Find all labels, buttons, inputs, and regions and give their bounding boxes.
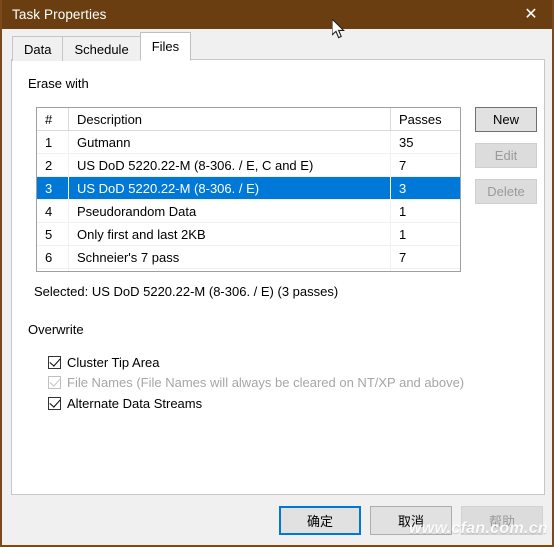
checkbox-label: Alternate Data Streams: [67, 396, 203, 411]
row-passes: 7: [399, 157, 407, 173]
row-description: Only first and last 2KB: [69, 223, 391, 245]
table-row[interactable]: 4 Pseudorandom Data 1: [37, 200, 460, 223]
title-bar: Task Properties ✕: [2, 0, 552, 29]
erase-method-listview[interactable]: # Description Passes 1 Gutmann 35 2 US D…: [36, 107, 461, 272]
checkbox-alternate-data-streams[interactable]: Alternate Data Streams: [48, 396, 202, 411]
tab-files[interactable]: Files: [139, 32, 192, 61]
row-description-empty: [69, 269, 391, 271]
close-icon[interactable]: ✕: [508, 0, 552, 29]
row-description: US DoD 5220.22-M (8-306. / E, C and E): [69, 154, 391, 176]
help-button: 帮助: [461, 506, 543, 535]
row-description: Schneier's 7 pass: [69, 246, 391, 268]
row-passes: 1: [399, 226, 407, 242]
row-number: 3: [37, 177, 69, 199]
column-header-description[interactable]: Description: [69, 108, 391, 130]
checkbox-icon: [48, 375, 61, 389]
row-number: 4: [37, 200, 69, 222]
column-header-passes[interactable]: Passes: [391, 108, 460, 130]
table-row-selected[interactable]: 3 US DoD 5220.22-M (8-306. / E) 3: [37, 177, 460, 200]
table-row[interactable]: 1 Gutmann 35: [37, 131, 460, 154]
table-row[interactable]: 2 US DoD 5220.22-M (8-306. / E, C and E)…: [37, 154, 460, 177]
row-number-empty: [37, 269, 69, 271]
tab-schedule[interactable]: Schedule: [62, 36, 141, 61]
overwrite-label: Overwrite: [28, 322, 84, 337]
checkbox-icon: [48, 355, 61, 369]
task-properties-dialog: Task Properties ✕ Data Schedule Files Er…: [0, 0, 554, 547]
row-passes: 1: [399, 203, 407, 219]
table-row[interactable]: 5 Only first and last 2KB 1: [37, 223, 460, 246]
listview-action-buttons: New Edit Delete: [475, 107, 537, 215]
row-number: 1: [37, 131, 69, 153]
row-passes: 3: [391, 177, 460, 199]
row-passes: 35: [399, 134, 414, 150]
tab-data[interactable]: Data: [12, 36, 64, 61]
erase-with-label: Erase with: [28, 76, 89, 91]
ok-button[interactable]: 确定: [279, 506, 361, 535]
cancel-button[interactable]: 取消: [370, 506, 452, 535]
new-button[interactable]: New: [475, 107, 537, 132]
row-number: 2: [37, 154, 69, 176]
row-description: US DoD 5220.22-M (8-306. / E): [69, 177, 391, 199]
tab-strip: Data Schedule Files: [12, 32, 192, 61]
delete-button: Delete: [475, 179, 537, 204]
column-header-number[interactable]: #: [37, 108, 69, 130]
checkbox-icon: [48, 396, 61, 410]
row-number: 6: [37, 246, 69, 268]
table-row[interactable]: 6 Schneier's 7 pass 7: [37, 246, 460, 269]
dialog-footer: 确定 取消 帮助 www.cfan.com.cn: [2, 496, 552, 545]
files-tab-panel: Erase with # Description Passes 1 Gutman…: [11, 59, 545, 495]
edit-button: Edit: [475, 143, 537, 168]
row-description: Pseudorandom Data: [69, 200, 391, 222]
listview-header: # Description Passes: [37, 108, 460, 131]
checkbox-label: Cluster Tip Area: [67, 355, 160, 370]
checkbox-cluster-tip-area[interactable]: Cluster Tip Area: [48, 355, 160, 370]
window-title: Task Properties: [12, 7, 107, 22]
table-row-empty: [37, 269, 460, 271]
row-passes-empty: [391, 269, 460, 271]
row-description: Gutmann: [69, 131, 391, 153]
row-passes: 7: [399, 249, 407, 265]
checkbox-file-names: File Names (File Names will always be cl…: [48, 375, 464, 390]
footer-button-group: 确定 取消 帮助: [279, 506, 543, 535]
selected-method-text: Selected: US DoD 5220.22-M (8-306. / E) …: [34, 284, 339, 299]
row-number: 5: [37, 223, 69, 245]
checkbox-label: File Names (File Names will always be cl…: [67, 375, 465, 390]
